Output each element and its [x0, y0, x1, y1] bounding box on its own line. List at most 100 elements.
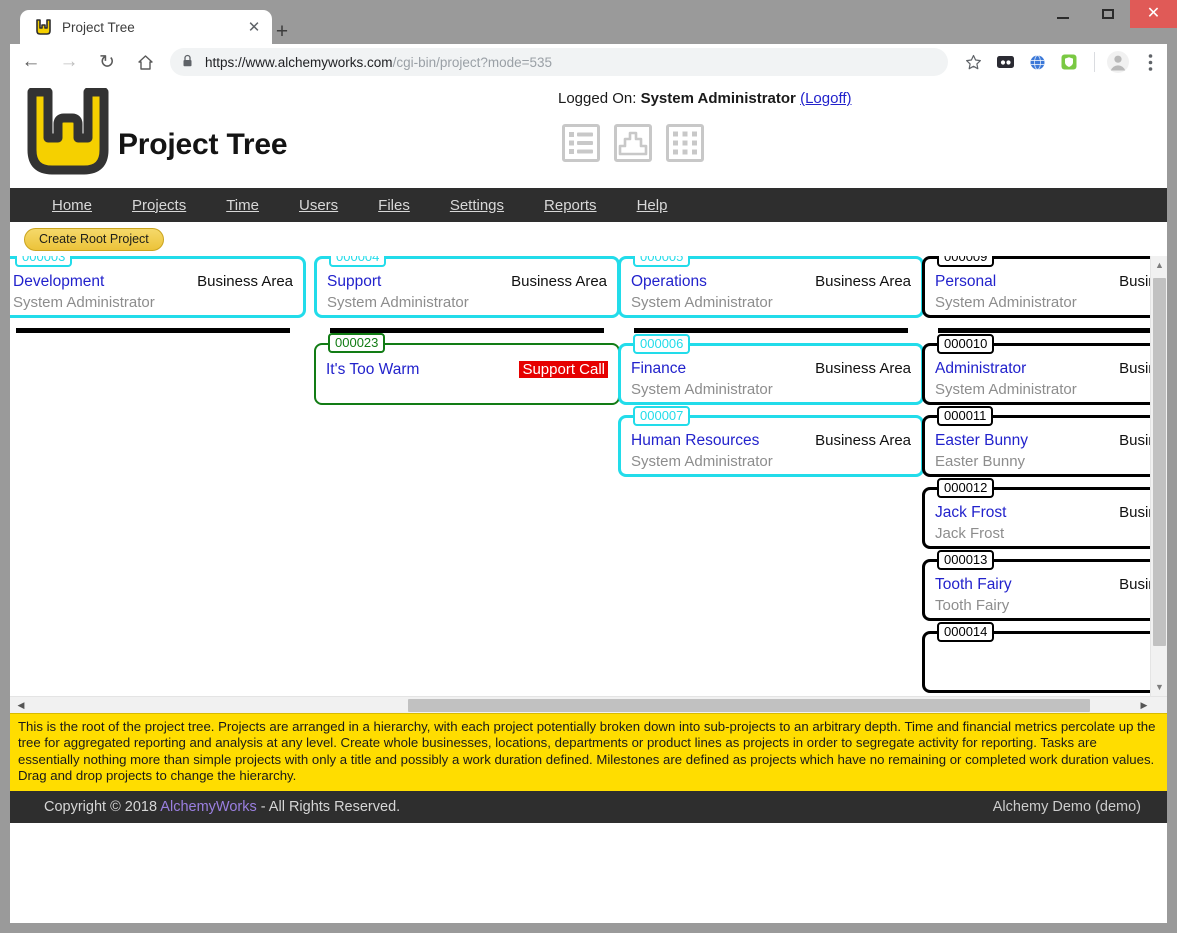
project-name[interactable]: Tooth Fairy	[935, 576, 1012, 594]
scroll-down-arrow-icon[interactable]: ▼	[1151, 678, 1167, 696]
scroll-up-arrow-icon[interactable]: ▲	[1151, 256, 1167, 274]
project-node[interactable]: 000006 Finance Business Area System Admi…	[618, 334, 924, 405]
new-tab-button[interactable]: +	[268, 19, 296, 47]
tree-column-2: 000005 Operations Business Area System A…	[618, 256, 924, 487]
nav-item-help[interactable]: Help	[617, 197, 688, 214]
project-name[interactable]: Finance	[631, 360, 686, 378]
tree-level-separator	[16, 328, 290, 333]
nav-item-files[interactable]: Files	[358, 197, 430, 214]
project-node[interactable]: 000011 Easter Bunny Business Area Easter…	[922, 406, 1167, 477]
project-name[interactable]: It's Too Warm	[326, 361, 419, 379]
project-id-legend: 000023	[328, 333, 386, 353]
page-footer: Copyright © 2018 AlchemyWorks - All Righ…	[10, 790, 1167, 823]
tree-level-separator	[938, 328, 1167, 333]
tree-vertical-scrollbar[interactable]: ▲ ▼	[1150, 256, 1167, 696]
shield-icon[interactable]	[1054, 47, 1084, 77]
project-owner: Tooth Fairy	[935, 597, 1010, 614]
scroll-right-arrow-icon[interactable]: ▶	[1135, 697, 1153, 714]
project-id-legend: 000003	[15, 256, 73, 267]
project-node[interactable]: 000012 Jack Frost Business Area Jack Fro…	[922, 478, 1167, 549]
project-node[interactable]: 000003 Development Business Area System …	[10, 256, 306, 318]
list-view-icon[interactable]	[562, 124, 600, 162]
horizontal-scroll-thumb[interactable]	[408, 699, 1090, 712]
project-node[interactable]: 000014	[922, 622, 1167, 693]
project-node[interactable]: 000005 Operations Business Area System A…	[618, 256, 924, 318]
nav-item-reports[interactable]: Reports	[524, 197, 617, 214]
reload-button[interactable]: ↻	[90, 45, 124, 79]
globe-icon[interactable]	[1022, 47, 1052, 77]
project-type: Business Area	[511, 273, 607, 290]
favicon-icon	[35, 18, 52, 36]
project-node[interactable]: 000007 Human Resources Business Area Sys…	[618, 406, 924, 477]
tree-view-icon[interactable]	[614, 124, 652, 162]
logged-on-user: System Administrator	[640, 90, 796, 107]
window-content-fill	[10, 840, 1167, 923]
forward-button[interactable]: →	[52, 45, 86, 79]
alchemyworks-link[interactable]: AlchemyWorks	[160, 799, 256, 815]
page-viewport: Project Tree Logged On: System Administr…	[10, 80, 1167, 840]
logged-on-label: Logged On:	[558, 90, 637, 107]
project-owner: System Administrator	[13, 294, 155, 311]
address-bar[interactable]: https://www.alchemyworks.com/cgi-bin/pro…	[170, 48, 948, 76]
tree-horizontal-scrollbar[interactable]: ◀ ▶	[10, 696, 1167, 713]
project-node[interactable]: 000010 Administrator Business Area Syste…	[922, 334, 1167, 405]
nav-item-home[interactable]: Home	[32, 197, 112, 214]
project-name[interactable]: Jack Frost	[935, 504, 1006, 522]
project-owner: System Administrator	[631, 381, 773, 398]
home-button[interactable]	[128, 45, 162, 79]
alchemyworks-logo	[26, 87, 110, 176]
create-root-project-button[interactable]: Create Root Project	[24, 228, 164, 251]
browser-tab[interactable]: Project Tree ✕	[20, 10, 272, 44]
project-id-legend: 000012	[937, 478, 995, 498]
tab-close-icon[interactable]: ✕	[244, 17, 264, 37]
nav-item-users[interactable]: Users	[279, 197, 358, 214]
window-titlebar: ✕ Project Tree ✕ +	[0, 0, 1177, 44]
project-owner: System Administrator	[327, 294, 469, 311]
grid-view-icon[interactable]	[666, 124, 704, 162]
project-name[interactable]: Personal	[935, 273, 996, 291]
project-name[interactable]: Operations	[631, 273, 707, 291]
lock-icon	[182, 54, 193, 70]
bookmark-star-icon[interactable]	[958, 47, 988, 77]
project-name[interactable]: Easter Bunny	[935, 432, 1028, 450]
project-node[interactable]: 000023 It's Too Warm Support Call	[314, 333, 620, 405]
project-id-legend: 000010	[937, 334, 995, 354]
help-panel: This is the root of the project tree. Pr…	[10, 713, 1167, 791]
project-node[interactable]: 000004 Support Business Area System Admi…	[314, 256, 620, 318]
project-name[interactable]: Administrator	[935, 360, 1026, 378]
tab-title: Project Tree	[62, 19, 135, 35]
project-tree-scroll-area[interactable]: 000003 Development Business Area System …	[10, 256, 1167, 696]
vertical-scroll-thumb[interactable]	[1153, 278, 1166, 646]
project-name[interactable]: Support	[327, 273, 381, 291]
back-button[interactable]: ←	[14, 45, 48, 79]
project-node[interactable]: 000013 Tooth Fairy Business Area Tooth F…	[922, 550, 1167, 621]
project-type: Business Area	[197, 273, 293, 290]
tree-level-separator	[634, 328, 908, 333]
project-id-legend: 000005	[633, 256, 691, 267]
project-id-legend: 000013	[937, 550, 995, 570]
project-tree-canvas: 000003 Development Business Area System …	[10, 256, 1167, 696]
status-badge: Support Call	[519, 361, 608, 378]
project-node[interactable]: 000009 Personal Business Area System Adm…	[922, 256, 1167, 318]
project-owner: System Administrator	[631, 294, 773, 311]
nav-item-time[interactable]: Time	[206, 197, 279, 214]
project-name[interactable]: Development	[13, 273, 104, 291]
project-id-legend: 000009	[937, 256, 995, 267]
tree-column-3: 000009 Personal Business Area System Adm…	[922, 256, 1167, 696]
url-path: /cgi-bin/project?mode=535	[392, 54, 553, 70]
scroll-left-arrow-icon[interactable]: ◀	[12, 697, 30, 714]
chrome-menu-icon[interactable]	[1135, 47, 1165, 77]
profile-avatar-icon[interactable]	[1103, 47, 1133, 77]
project-id-legend: 000007	[633, 406, 691, 426]
logoff-link[interactable]: (Logoff)	[800, 90, 851, 107]
extension-icon[interactable]	[990, 47, 1020, 77]
browser-window: ✕ Project Tree ✕ + ← → ↻ https://www.alc…	[0, 0, 1177, 933]
nav-item-projects[interactable]: Projects	[112, 197, 206, 214]
toolbar-divider	[1094, 52, 1095, 72]
project-id-legend: 000011	[937, 406, 994, 426]
project-owner: System Administrator	[935, 381, 1077, 398]
nav-item-settings[interactable]: Settings	[430, 197, 524, 214]
browser-toolbar: ← → ↻ https://www.alchemyworks.com/cgi-b…	[10, 44, 1167, 80]
project-name[interactable]: Human Resources	[631, 432, 759, 450]
logged-on-status: Logged On: System Administrator (Logoff)	[558, 90, 852, 107]
